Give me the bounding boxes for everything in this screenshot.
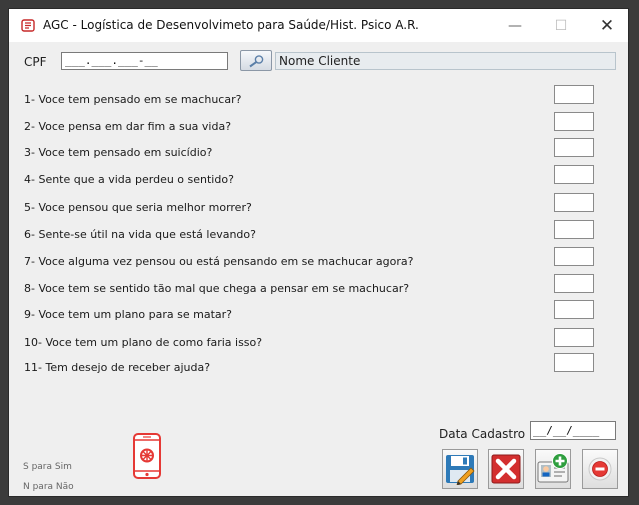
answer-input[interactable] xyxy=(554,353,594,372)
cpf-label: CPF xyxy=(24,55,47,69)
client-name-field: Nome Cliente xyxy=(275,52,616,70)
answer-input[interactable] xyxy=(554,247,594,266)
answer-input[interactable] xyxy=(554,220,594,239)
date-label: Data Cadastro xyxy=(439,427,526,441)
exit-button[interactable] xyxy=(582,449,618,489)
hint-yes: S para Sim xyxy=(23,462,72,472)
answer-input[interactable] xyxy=(554,112,594,131)
mobile-phone-icon[interactable] xyxy=(132,433,162,479)
add-user-button[interactable] xyxy=(535,449,571,489)
app-logo-icon xyxy=(21,19,35,32)
question-label: 7- Voce alguma vez pensou ou está pensan… xyxy=(24,255,414,268)
answer-input[interactable] xyxy=(554,165,594,184)
question-label: 2- Voce pensa em dar fim a sua vida? xyxy=(24,120,232,133)
save-button[interactable] xyxy=(442,449,478,489)
answer-input[interactable] xyxy=(554,193,594,212)
window-title: AGC - Logística de Desenvolvimeto para S… xyxy=(43,18,419,32)
answer-input[interactable] xyxy=(554,85,594,104)
search-icon xyxy=(249,54,264,67)
answer-input[interactable] xyxy=(554,328,594,347)
question-label: 1- Voce tem pensado em se machucar? xyxy=(24,93,242,106)
answer-input[interactable] xyxy=(554,300,594,319)
question-label: 9- Voce tem um plano para se matar? xyxy=(24,308,232,321)
question-label: 11- Tem desejo de receber ajuda? xyxy=(24,361,211,374)
question-label: 4- Sente que a vida perdeu o sentido? xyxy=(24,173,234,186)
question-label: 10- Voce tem um plano de como faria isso… xyxy=(24,336,263,349)
hint-no: N para Não xyxy=(23,482,74,492)
search-button[interactable] xyxy=(240,50,272,71)
date-input[interactable]: __/__/____ xyxy=(530,421,616,440)
title-bar: AGC - Logística de Desenvolvimeto para S… xyxy=(9,9,628,42)
answer-input[interactable] xyxy=(554,274,594,293)
app-window: AGC - Logística de Desenvolvimeto para S… xyxy=(8,8,629,497)
question-label: 8- Voce tem se sentido tão mal que chega… xyxy=(24,282,410,295)
question-label: 5- Voce pensou que seria melhor morrer? xyxy=(24,201,252,214)
answer-input[interactable] xyxy=(554,138,594,157)
maximize-button[interactable]: ☐ xyxy=(538,9,584,42)
save-icon xyxy=(446,455,475,485)
delete-icon xyxy=(491,454,521,484)
close-button[interactable]: ✕ xyxy=(584,9,628,42)
question-label: 6- Sente-se útil na vida que está levand… xyxy=(24,228,256,241)
cpf-input[interactable]: ___.___.___-__ xyxy=(61,52,228,70)
exit-icon xyxy=(588,457,612,481)
delete-button[interactable] xyxy=(488,449,524,489)
question-label: 3- Voce tem pensado em suicídio? xyxy=(24,146,213,159)
add-user-icon xyxy=(537,453,569,483)
minimize-button[interactable]: — xyxy=(492,9,538,42)
